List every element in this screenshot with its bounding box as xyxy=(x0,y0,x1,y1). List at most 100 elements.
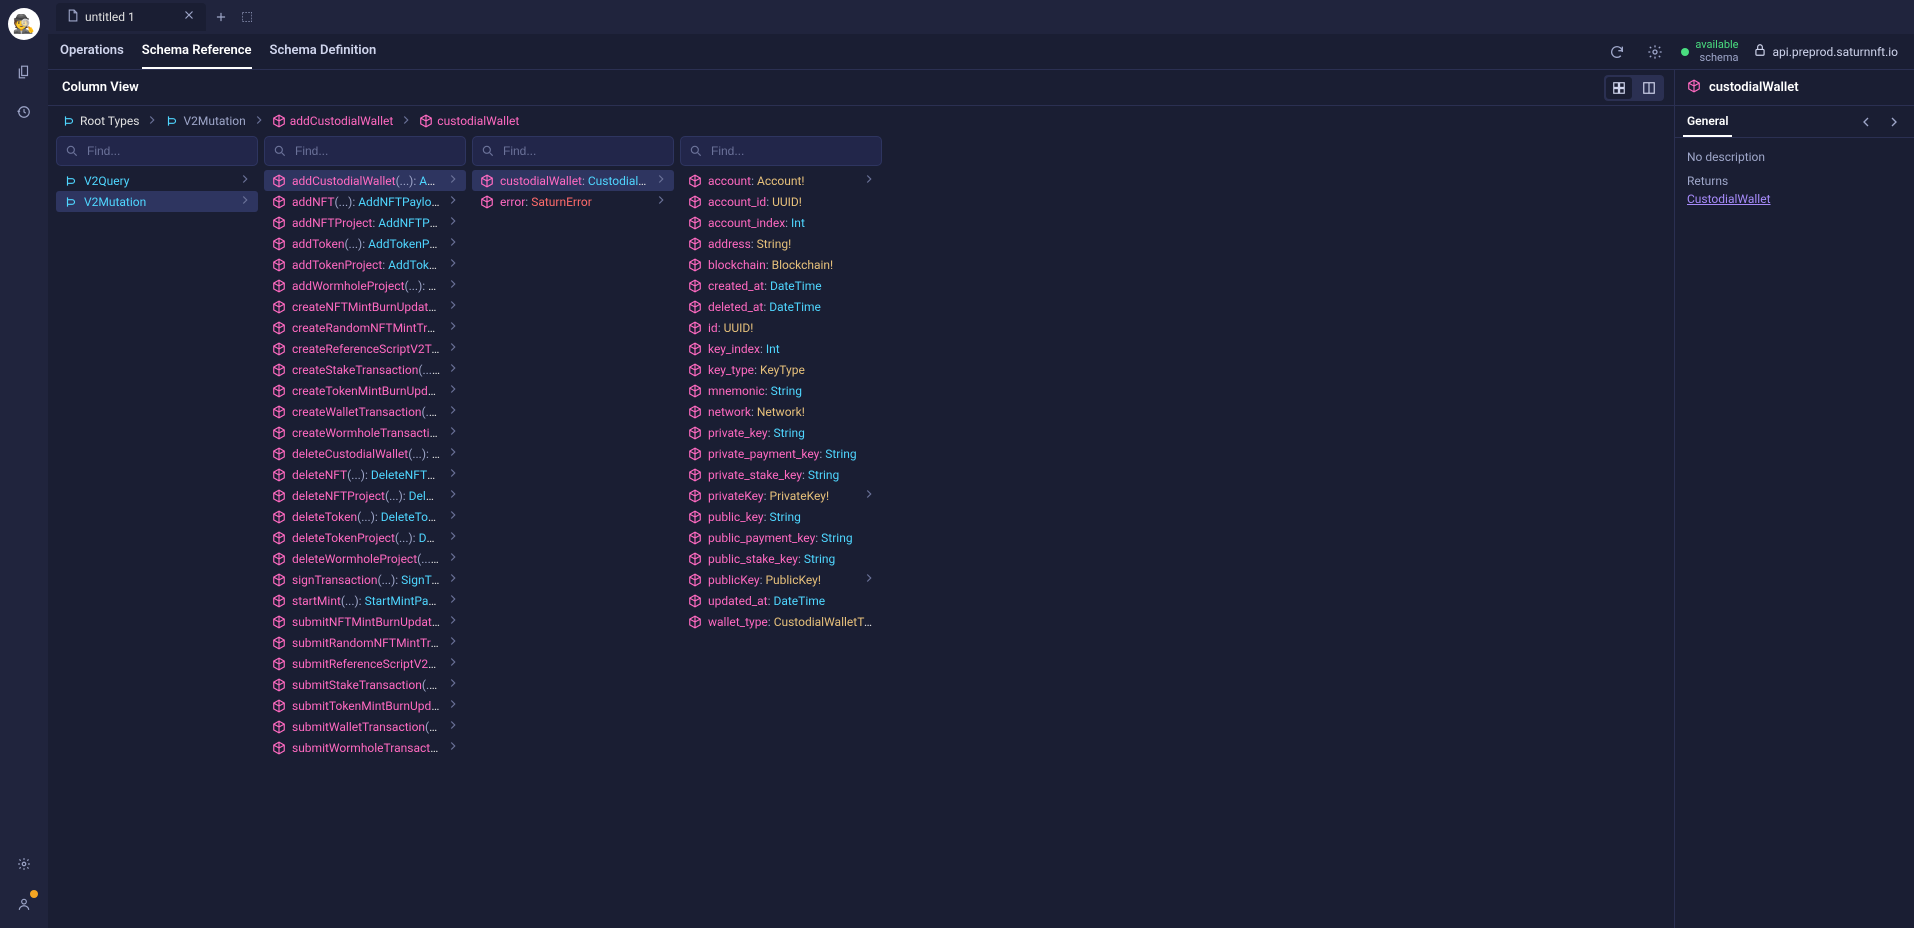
status-indicator: available schema xyxy=(1681,39,1738,63)
cube-icon xyxy=(688,195,702,209)
sub-tab-schema-definition[interactable]: Schema Definition xyxy=(270,34,377,69)
item-label: account_id: UUID! xyxy=(708,195,876,209)
list-item[interactable]: submitNFTMintBurnUpdateTran… xyxy=(264,611,466,632)
list-item[interactable]: mnemonic: String xyxy=(680,380,882,401)
account-icon[interactable] xyxy=(8,888,40,920)
new-tab-button[interactable] xyxy=(210,6,232,28)
list-item[interactable]: addNFT(...): AddNFTPayload! xyxy=(264,191,466,212)
list-item[interactable]: createReferenceScriptV2Transact… xyxy=(264,338,466,359)
list-item[interactable]: key_type: KeyType xyxy=(680,359,882,380)
list-item[interactable]: custodialWallet: CustodialWallet xyxy=(472,170,674,191)
list-item[interactable]: createRandomNFTMintTransacti… xyxy=(264,317,466,338)
list-item[interactable]: publicKey: PublicKey! xyxy=(680,569,882,590)
chevron-right-icon xyxy=(446,319,460,336)
list-item[interactable]: updated_at: DateTime xyxy=(680,590,882,611)
list-item[interactable]: submitReferenceScriptV2Transac… xyxy=(264,653,466,674)
find-box[interactable] xyxy=(56,136,258,166)
list-item[interactable]: submitTokenMintBurnUpdateTra… xyxy=(264,695,466,716)
list-item[interactable]: account_index: Int xyxy=(680,212,882,233)
list-item[interactable]: private_stake_key: String xyxy=(680,464,882,485)
list-item[interactable]: key_index: Int xyxy=(680,338,882,359)
cube-icon xyxy=(688,615,702,629)
list-item[interactable]: account: Account! xyxy=(680,170,882,191)
list-item[interactable]: address: String! xyxy=(680,233,882,254)
returns-link[interactable]: CustodialWallet xyxy=(1687,192,1771,206)
list-item[interactable]: private_key: String xyxy=(680,422,882,443)
cube-icon xyxy=(272,615,286,629)
list-item[interactable]: addCustodialWallet(...): AddCust… xyxy=(264,170,466,191)
find-box[interactable] xyxy=(264,136,466,166)
list-item[interactable]: deleteNFT(...): DeleteNFTPayload! xyxy=(264,464,466,485)
breadcrumb-item[interactable]: custodialWallet xyxy=(419,114,519,128)
list-item[interactable]: submitStakeTransaction(...): Sub… xyxy=(264,674,466,695)
list-item[interactable]: createStakeTransaction(...): Creat… xyxy=(264,359,466,380)
list-item[interactable]: submitWormholeTransaction(...): … xyxy=(264,737,466,758)
nav-fwd-icon[interactable] xyxy=(1882,110,1906,134)
find-input[interactable] xyxy=(295,144,457,158)
find-box[interactable] xyxy=(680,136,882,166)
cube-icon xyxy=(688,174,702,188)
list-item[interactable]: deleteToken(...): DeleteTokenPayl… xyxy=(264,506,466,527)
list-item[interactable]: error: SaturnError xyxy=(472,191,674,212)
list-item[interactable]: id: UUID! xyxy=(680,317,882,338)
breadcrumb-item[interactable]: addCustodialWallet xyxy=(272,114,394,128)
refresh-icon[interactable] xyxy=(1605,40,1629,64)
history-icon[interactable] xyxy=(8,96,40,128)
list-item[interactable]: public_stake_key: String xyxy=(680,548,882,569)
list-item[interactable]: addToken(...): AddTokenPayload! xyxy=(264,233,466,254)
list-item[interactable]: submitWalletTransaction(...): Sub… xyxy=(264,716,466,737)
close-icon[interactable] xyxy=(182,8,196,26)
list-item[interactable]: createNFTMintBurnUpdateTrans… xyxy=(264,296,466,317)
item-label: addNFT(...): AddNFTPayload! xyxy=(292,195,440,209)
find-input[interactable] xyxy=(503,144,665,158)
list-item[interactable]: createWalletTransaction(...): Crea… xyxy=(264,401,466,422)
list-item[interactable]: signTransaction(...): SignTransacti… xyxy=(264,569,466,590)
list-item[interactable]: wallet_type: CustodialWalletType! xyxy=(680,611,882,632)
list-item[interactable]: V2Query xyxy=(56,170,258,191)
item-label: submitTokenMintBurnUpdateTra… xyxy=(292,699,440,713)
list-item[interactable]: public_key: String xyxy=(680,506,882,527)
sub-tab-schema-reference[interactable]: Schema Reference xyxy=(142,34,252,69)
list-item[interactable]: private_payment_key: String xyxy=(680,443,882,464)
list-item[interactable]: submitRandomNFTMintTransact… xyxy=(264,632,466,653)
list-item[interactable]: created_at: DateTime xyxy=(680,275,882,296)
settings-icon[interactable] xyxy=(8,848,40,880)
list-item[interactable]: deleteCustodialWallet(...): Delete… xyxy=(264,443,466,464)
list-item[interactable]: addNFTProject: AddNFTProjectP… xyxy=(264,212,466,233)
cube-icon xyxy=(272,720,286,734)
list-item[interactable]: deleteTokenProject(...): DeleteTo… xyxy=(264,527,466,548)
find-input[interactable] xyxy=(711,144,873,158)
list-item[interactable]: privateKey: PrivateKey! xyxy=(680,485,882,506)
find-input[interactable] xyxy=(87,144,249,158)
list-item[interactable]: deleteWormholeProject(...): Dele… xyxy=(264,548,466,569)
nav-back-icon[interactable] xyxy=(1854,110,1878,134)
list-item[interactable]: public_payment_key: String xyxy=(680,527,882,548)
scratch-tab-button[interactable] xyxy=(236,6,258,28)
tab-untitled[interactable]: untitled 1 xyxy=(56,3,206,31)
endpoint-display[interactable]: api.preprod.saturnnft.io xyxy=(1753,43,1898,60)
breadcrumb-item[interactable]: V2Mutation xyxy=(165,114,245,128)
list-item[interactable]: network: Network! xyxy=(680,401,882,422)
list-item[interactable]: createTokenMintBurnUpdateTra… xyxy=(264,380,466,401)
list-item[interactable]: addWormholeProject(...): AddW… xyxy=(264,275,466,296)
detail-tab-general[interactable]: General xyxy=(1683,106,1732,137)
item-label: blockchain: Blockchain! xyxy=(708,258,876,272)
list-item[interactable]: account_id: UUID! xyxy=(680,191,882,212)
settings2-icon[interactable] xyxy=(1643,40,1667,64)
list-item[interactable]: addTokenProject: AddTokenProj… xyxy=(264,254,466,275)
list-item[interactable]: V2Mutation xyxy=(56,191,258,212)
find-box[interactable] xyxy=(472,136,674,166)
breadcrumb-item[interactable]: Root Types xyxy=(62,114,139,128)
list-item[interactable]: createWormholeTransaction(...): … xyxy=(264,422,466,443)
sub-tab-operations[interactable]: Operations xyxy=(60,34,124,69)
view-toggle-split[interactable] xyxy=(1636,77,1662,99)
files-icon[interactable] xyxy=(8,56,40,88)
list-item[interactable]: deleted_at: DateTime xyxy=(680,296,882,317)
list-item[interactable]: blockchain: Blockchain! xyxy=(680,254,882,275)
cube-icon xyxy=(688,342,702,356)
list-item[interactable]: startMint(...): StartMintPayload! xyxy=(264,590,466,611)
item-label: public_key: String xyxy=(708,510,876,524)
list-item[interactable]: deleteNFTProject(...): DeleteNFT… xyxy=(264,485,466,506)
item-label: createWalletTransaction(...): Crea… xyxy=(292,405,440,419)
view-toggle-columns[interactable] xyxy=(1606,77,1632,99)
